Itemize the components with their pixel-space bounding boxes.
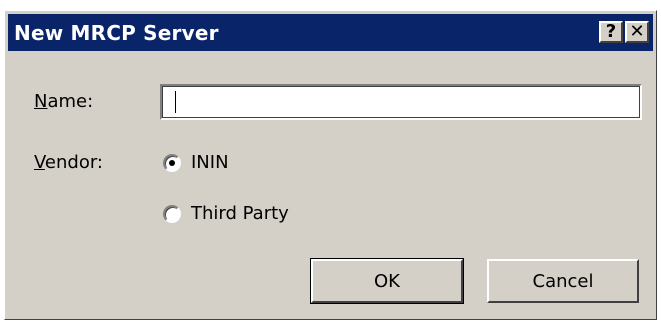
radio-third-party[interactable]: [163, 205, 181, 223]
radio-third-party-label[interactable]: Third Party: [191, 203, 289, 224]
text-caret: [175, 91, 176, 113]
help-button[interactable]: ?: [599, 21, 623, 43]
radio-selected-dot: [169, 160, 175, 166]
name-input[interactable]: [160, 84, 642, 120]
vendor-label: Vendor:: [34, 152, 103, 173]
title-bar[interactable]: New MRCP Server ? ✕: [8, 14, 653, 51]
close-button[interactable]: ✕: [625, 21, 649, 43]
help-icon: ?: [605, 21, 617, 42]
ok-button[interactable]: OK: [310, 258, 464, 304]
name-label: Name:: [34, 91, 94, 112]
cancel-button[interactable]: Cancel: [487, 259, 639, 303]
close-icon: ✕: [629, 21, 645, 42]
new-mrcp-server-dialog: New MRCP Server ? ✕ Name: Vendor: ININ T…: [4, 10, 657, 320]
radio-inin[interactable]: [163, 154, 181, 172]
radio-inin-label[interactable]: ININ: [191, 152, 229, 173]
window-title: New MRCP Server: [14, 21, 219, 45]
